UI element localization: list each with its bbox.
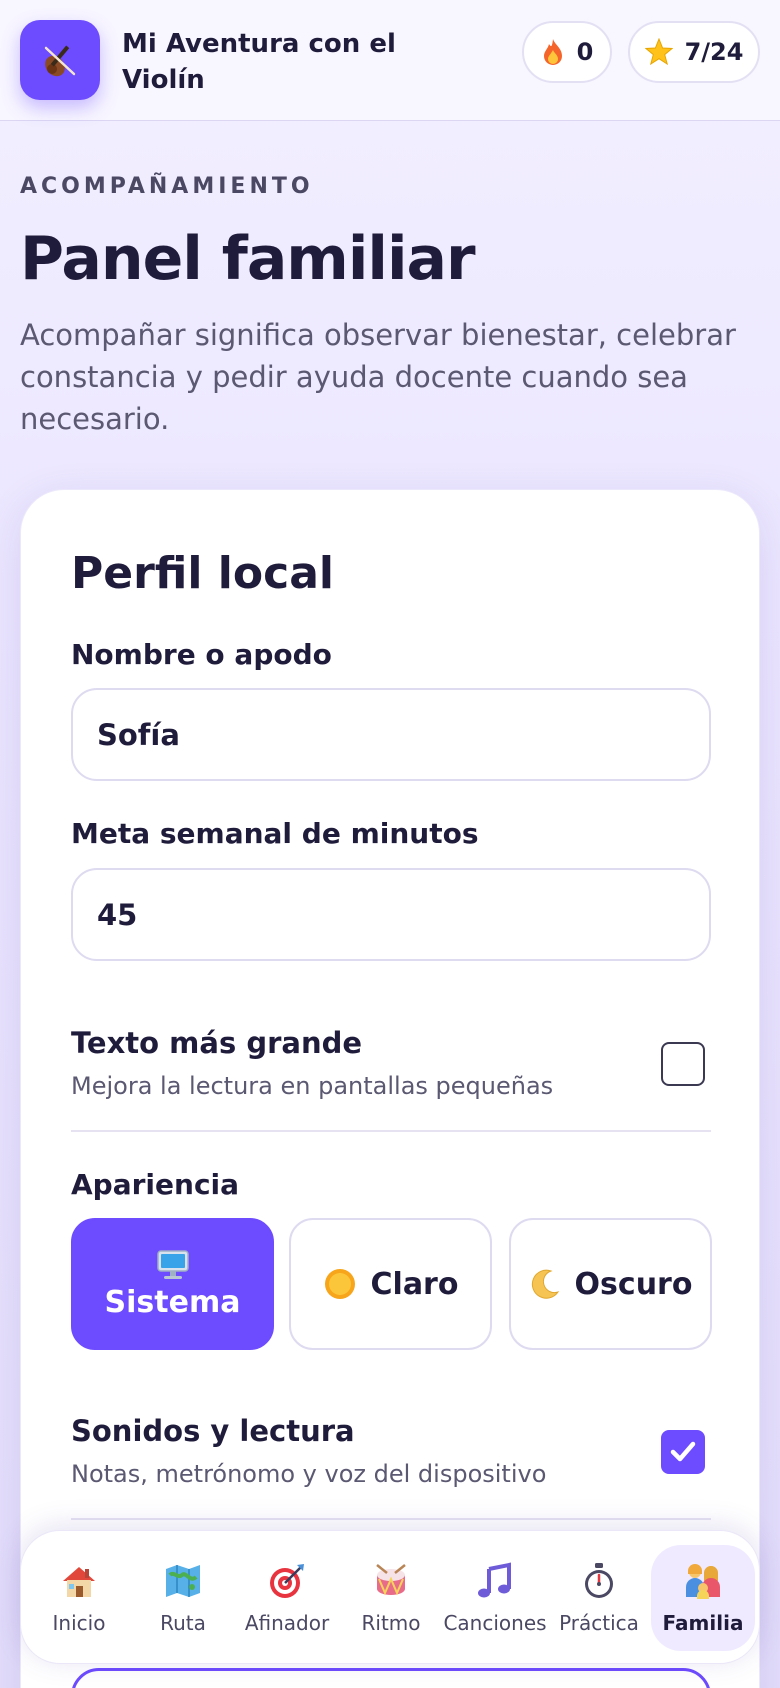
nav-item-inicio[interactable]: Inicio [27,1545,131,1651]
nav-item-ruta[interactable]: Ruta [131,1545,235,1651]
appearance-option-label: Oscuro [574,1266,693,1302]
stopwatch-icon [585,1563,613,1598]
streak-count: 0 [576,38,594,66]
nav-label: Canciones [443,1611,547,1635]
appearance-label: Apariencia [71,1168,240,1201]
sound-subtitle: Notas, metrónomo y voz del dispositivo [71,1460,547,1488]
drum-icon [376,1564,406,1596]
nav-item-ritmo[interactable]: Ritmo [339,1545,443,1651]
page-description: Acompañar significa observar bienestar, … [20,318,736,436]
card-title: Perfil local [71,548,334,599]
app-title: Mi Aventura con el Violín [122,29,396,95]
nav-item-familia[interactable]: Familia [651,1545,755,1651]
sun-icon [324,1269,355,1299]
nav-label: Práctica [559,1611,639,1635]
large-text-subtitle: Mejora la lectura en pantallas pequeñas [71,1072,554,1100]
sound-checkbox[interactable] [661,1430,705,1474]
streak-badge[interactable]: 0 [522,21,612,83]
nav-label: Ruta [160,1611,206,1635]
goal-label: Meta semanal de minutos [71,817,479,850]
nav-label: Ritmo [361,1611,421,1635]
nav-item-canciones[interactable]: Canciones [443,1545,547,1651]
large-text-checkbox[interactable] [661,1042,705,1086]
target-icon [270,1564,304,1598]
map-icon [166,1565,200,1597]
violin-icon[interactable] [20,20,100,100]
appearance-option-system[interactable]: Sistema [71,1218,274,1350]
nav-label: Afinador [244,1611,330,1635]
nav-label: Inicio [52,1611,106,1635]
weekly-goal-input[interactable] [71,868,711,961]
house-icon [63,1567,95,1597]
nav-item-practica[interactable]: Práctica [547,1545,651,1651]
top-bar: Mi Aventura con el Violín 0 7/24 [0,0,780,121]
name-label: Nombre o apodo [71,638,332,671]
sound-title: Sonidos y lectura [71,1414,355,1448]
music-note-icon [478,1562,511,1598]
page-title: Panel familiar [20,224,476,294]
appearance-option-light[interactable]: Claro [289,1218,492,1350]
appearance-option-dark[interactable]: Oscuro [509,1218,712,1350]
checkmark-icon [670,1441,696,1462]
divider [71,1130,711,1132]
monitor-icon [156,1249,189,1279]
fire-icon [543,39,562,65]
appearance-option-label: Sistema [104,1284,241,1320]
stars-count: 7/24 [684,38,744,66]
card-action-button[interactable] [71,1668,711,1688]
stars-badge[interactable]: 7/24 [628,21,760,83]
name-input[interactable] [71,688,711,781]
divider [71,1518,711,1520]
appearance-option-label: Claro [370,1266,459,1302]
bottom-navigation: Inicio Ruta Afinador Ritmo Canciones Prá… [20,1530,760,1664]
nav-label: Familia [662,1611,744,1635]
family-icon [686,1564,720,1599]
profile-card: Perfil local Nombre o apodo Meta semanal… [20,489,760,1688]
moon-icon [531,1269,559,1299]
section-eyebrow: ACOMPAÑAMIENTO [20,174,314,199]
large-text-title: Texto más grande [71,1026,363,1060]
nav-item-afinador[interactable]: Afinador [235,1545,339,1651]
star-icon [644,38,673,66]
